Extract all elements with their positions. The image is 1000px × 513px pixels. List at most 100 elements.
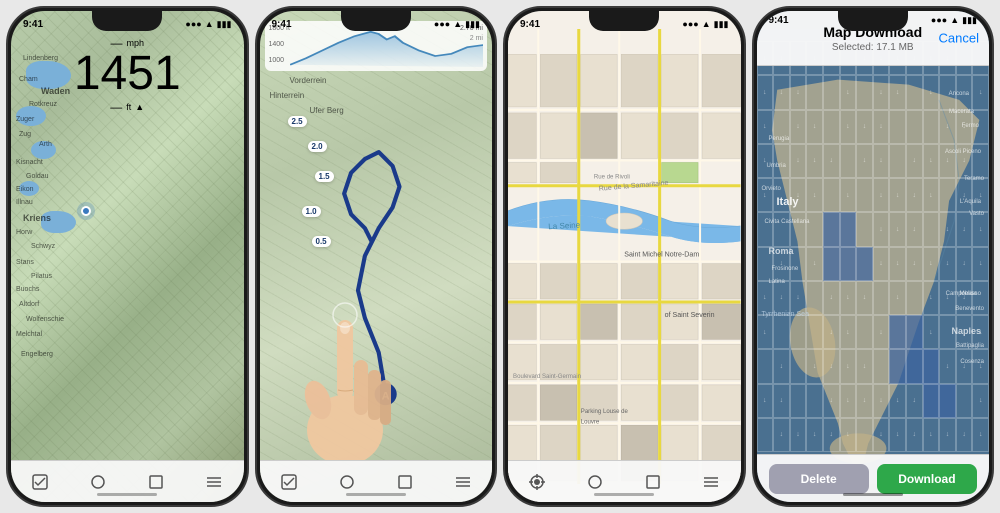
toolbar-icon-circle[interactable] (88, 472, 108, 492)
grid-cell-11-5[interactable] (840, 418, 857, 452)
grid-cell-9-5[interactable] (840, 349, 857, 383)
delete-button[interactable]: Delete (769, 464, 869, 494)
grid-cell-4-9[interactable] (906, 178, 923, 212)
grid-cell-6-11[interactable] (939, 247, 956, 281)
grid-cell-1-8[interactable] (889, 75, 906, 109)
grid-cell-7-11[interactable] (939, 281, 956, 315)
grid-cell-10-5[interactable] (840, 384, 857, 418)
grid-cell-8-6[interactable] (856, 315, 873, 349)
grid-cell-9-1[interactable] (773, 349, 790, 383)
grid-cell-6-8[interactable] (889, 247, 906, 281)
grid-cell-6-4[interactable] (823, 247, 840, 281)
grid-cell-3-0[interactable] (757, 144, 774, 178)
grid-cell-7-3[interactable] (806, 281, 823, 315)
grid-cell-3-9[interactable] (906, 144, 923, 178)
grid-cell-10-7[interactable] (873, 384, 890, 418)
grid-cell-3-5[interactable] (840, 144, 857, 178)
grid-cell-10-4[interactable] (823, 384, 840, 418)
grid-cell-11-6[interactable] (856, 418, 873, 452)
grid-cell-9-12[interactable] (956, 349, 973, 383)
city-map[interactable]: Rue de la Samaritaine Rue de Rivoli La S… (508, 11, 741, 502)
grid-cell-5-8[interactable] (889, 212, 906, 246)
grid-cell-1-0[interactable] (757, 75, 774, 109)
grid-cell-7-2[interactable] (790, 281, 807, 315)
grid-cell-8-1[interactable] (773, 315, 790, 349)
grid-cell-8-4[interactable] (823, 315, 840, 349)
grid-cell-6-10[interactable] (923, 247, 940, 281)
grid-cell-9-0[interactable] (757, 349, 774, 383)
grid-cell-4-10[interactable] (923, 178, 940, 212)
grid-cell-5-0[interactable] (757, 212, 774, 246)
toolbar-icon-checkbox[interactable] (30, 472, 50, 492)
grid-cell-4-5[interactable] (840, 178, 857, 212)
grid-cell-9-3[interactable] (806, 349, 823, 383)
grid-cell-3-4[interactable] (823, 144, 840, 178)
grid-cell-1-2[interactable] (790, 75, 807, 109)
grid-cell-5-5[interactable] (840, 212, 857, 246)
grid-cell-6-12[interactable] (956, 247, 973, 281)
toolbar-icon-square[interactable] (146, 472, 166, 492)
grid-cell-7-0[interactable] (757, 281, 774, 315)
grid-cell-6-9[interactable] (906, 247, 923, 281)
grid-cell-1-7[interactable] (873, 75, 890, 109)
grid-cell-9-7[interactable] (873, 349, 890, 383)
grid-cell-10-0[interactable] (757, 384, 774, 418)
grid-cell-5-10[interactable] (923, 212, 940, 246)
grid-cell-2-8[interactable] (889, 110, 906, 144)
grid-cell-3-6[interactable] (856, 144, 873, 178)
grid-cell-2-9[interactable] (906, 110, 923, 144)
grid-cell-6-5[interactable] (840, 247, 857, 281)
grid-cell-7-8[interactable] (889, 281, 906, 315)
grid-cell-9-13[interactable] (972, 349, 989, 383)
grid-cell-7-1[interactable] (773, 281, 790, 315)
grid-cell-5-11[interactable] (939, 212, 956, 246)
grid-cell-11-12[interactable] (956, 418, 973, 452)
grid-cell-5-2[interactable] (790, 212, 807, 246)
cancel-button[interactable]: Cancel (939, 31, 979, 46)
toolbar-icon-2-menu[interactable] (453, 472, 473, 492)
grid-cell-2-10[interactable] (923, 110, 940, 144)
grid-cell-8-9[interactable] (906, 315, 923, 349)
grid-cell-4-7[interactable] (873, 178, 890, 212)
grid-cell-7-7[interactable] (873, 281, 890, 315)
grid-cell-4-6[interactable] (856, 178, 873, 212)
grid-cell-9-11[interactable] (939, 349, 956, 383)
toolbar-icon-2-circle[interactable] (337, 472, 357, 492)
toolbar-icon-3-menu[interactable] (701, 472, 721, 492)
grid-cell-8-2[interactable] (790, 315, 807, 349)
grid-cell-11-13[interactable] (972, 418, 989, 452)
grid-cell-11-1[interactable] (773, 418, 790, 452)
grid-cell-4-0[interactable] (757, 178, 774, 212)
grid-cell-6-13[interactable] (972, 247, 989, 281)
grid-cell-11-0[interactable] (757, 418, 774, 452)
grid-cell-8-0[interactable] (757, 315, 774, 349)
grid-cell-10-8[interactable] (889, 384, 906, 418)
grid-cell-10-2[interactable] (790, 384, 807, 418)
grid-cell-3-3[interactable] (806, 144, 823, 178)
grid-cell-6-3[interactable] (806, 247, 823, 281)
grid-cell-10-11[interactable] (939, 384, 956, 418)
grid-cell-3-7[interactable] (873, 144, 890, 178)
grid-cell-10-3[interactable] (806, 384, 823, 418)
download-button[interactable]: Download (877, 464, 977, 494)
toolbar-icon-menu[interactable] (204, 472, 224, 492)
grid-cell-3-2[interactable] (790, 144, 807, 178)
grid-cell-4-8[interactable] (889, 178, 906, 212)
grid-cell-8-10[interactable] (923, 315, 940, 349)
grid-cell-4-13[interactable] (972, 178, 989, 212)
grid-cell-4-12[interactable] (956, 178, 973, 212)
grid-cell-8-5[interactable] (840, 315, 857, 349)
grid-cell-1-9[interactable] (906, 75, 923, 109)
grid-cell-1-6[interactable] (856, 75, 873, 109)
grid-cell-11-7[interactable] (873, 418, 890, 452)
grid-cell-5-9[interactable] (906, 212, 923, 246)
grid-cell-2-7[interactable] (873, 110, 890, 144)
grid-cell-2-4[interactable] (823, 110, 840, 144)
grid-cell-10-13[interactable] (972, 384, 989, 418)
grid-cell-3-10[interactable] (923, 144, 940, 178)
grid-cell-5-7[interactable] (873, 212, 890, 246)
grid-cell-7-4[interactable] (823, 281, 840, 315)
grid-cell-3-8[interactable] (889, 144, 906, 178)
toolbar-icon-2-square[interactable] (395, 472, 415, 492)
grid-cell-10-10[interactable] (923, 384, 940, 418)
